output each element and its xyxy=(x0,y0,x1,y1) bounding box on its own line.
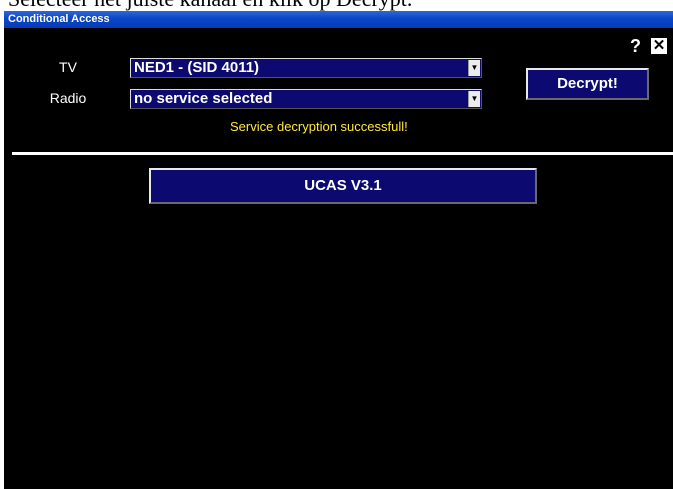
window-title: Conditional Access xyxy=(4,11,673,28)
decrypt-button[interactable]: Decrypt! xyxy=(526,68,649,100)
tv-channel-value: NED1 - (SID 4011) xyxy=(134,59,260,76)
help-icon[interactable]: ? xyxy=(630,37,641,55)
tv-channel-select[interactable]: NED1 - (SID 4011) ▼ xyxy=(130,58,482,78)
chevron-down-icon[interactable]: ▼ xyxy=(468,60,480,76)
tv-label: TV xyxy=(59,59,77,75)
divider xyxy=(12,152,673,155)
chevron-down-icon[interactable]: ▼ xyxy=(468,91,480,107)
ucas-module-button[interactable]: UCAS V3.1 xyxy=(149,168,537,204)
radio-label: Radio xyxy=(49,90,87,106)
radio-channel-value: no service selected xyxy=(134,90,273,107)
conditional-access-window: Conditional Access ? ✕ TV NED1 - (SID 40… xyxy=(4,11,673,489)
status-message: Service decryption successfull! xyxy=(230,119,408,134)
page-caption: Selecteer het juiste kanaal en klik op D… xyxy=(0,0,673,11)
radio-channel-select[interactable]: no service selected ▼ xyxy=(130,89,482,109)
close-icon[interactable]: ✕ xyxy=(651,38,667,54)
